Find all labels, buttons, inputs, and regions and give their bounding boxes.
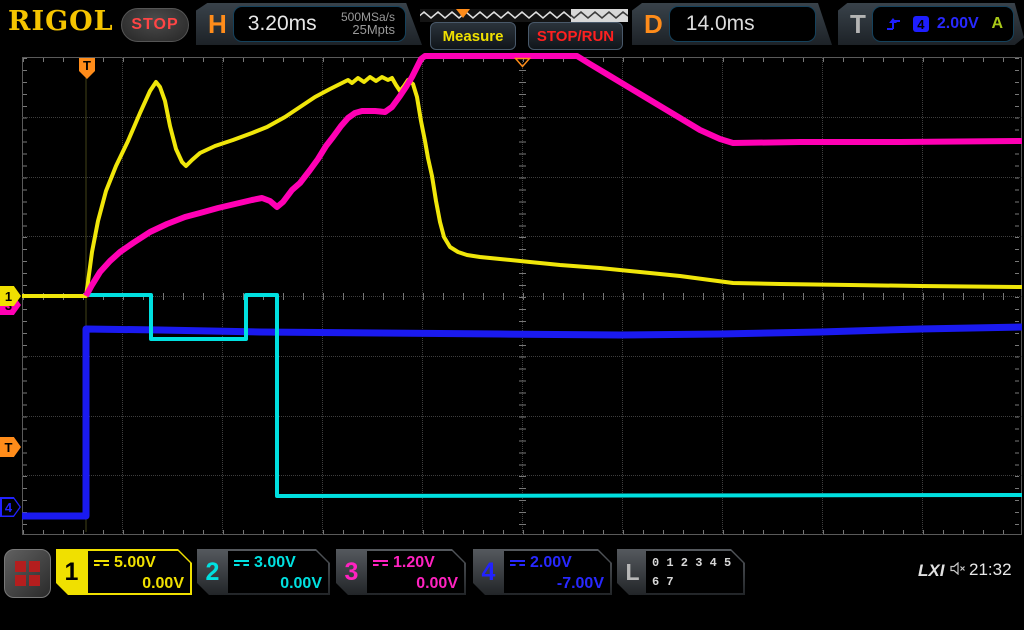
channel-4-values: 2.00V -7.00V — [504, 551, 610, 593]
ch4-offset-marker[interactable]: 4 — [0, 497, 21, 517]
trigger-level-marker[interactable]: T — [0, 437, 21, 457]
dc-coupling-icon — [510, 560, 525, 566]
memory-window-zigzag — [420, 9, 571, 22]
channel-3-values: 1.20V 0.00V — [367, 551, 464, 593]
channel-1-box[interactable]: 1 5.00V 0.00V — [56, 549, 192, 595]
channel-2-number: 2 — [197, 549, 228, 595]
channel-2-offset: 0.00V — [234, 573, 322, 594]
timebase-value: 3.20ms — [248, 12, 317, 36]
channel-3-offset: 0.00V — [373, 573, 458, 594]
waveform-ch2 — [86, 295, 1022, 496]
delay-value: 14.0ms — [686, 12, 755, 36]
menu-grid-icon — [14, 560, 42, 588]
dc-coupling-icon — [234, 560, 249, 566]
memory-depth: 25Mpts — [341, 23, 395, 37]
waveform-canvas — [22, 50, 1022, 535]
trigger-source-badge: 4 — [913, 16, 929, 32]
memory-position-bar[interactable] — [420, 9, 628, 22]
channel-1-scale: 5.00V — [114, 552, 156, 573]
stop-run-button[interactable]: STOP/RUN — [528, 22, 623, 50]
digital-channel-list: 0 1 2 3 4 5 6 7 8 9 10 11 12 13 14 15 — [646, 551, 743, 593]
logic-analyzer-box[interactable]: L 0 1 2 3 4 5 6 7 8 9 10 11 12 13 14 15 — [617, 549, 745, 595]
trigger-panel[interactable]: T 4 2.00V A — [838, 3, 1024, 45]
dc-coupling-icon — [94, 560, 109, 566]
trigger-inset: 4 2.00V A — [872, 6, 1014, 42]
channel-1-number: 1 — [56, 549, 87, 595]
digital-channels-row2: 8 9 10 11 12 13 14 15 — [652, 592, 737, 630]
channel-3-scale: 1.20V — [393, 552, 435, 573]
lxi-logo: LXI — [918, 561, 944, 581]
channel-4-number: 4 — [473, 549, 504, 595]
memory-window — [420, 9, 571, 22]
memory-position-pointer-icon[interactable] — [456, 9, 470, 18]
dc-coupling-icon — [373, 560, 388, 566]
delay-inset: 14.0ms — [669, 6, 816, 42]
horizontal-reference-icon — [514, 57, 531, 68]
top-bar: RIGOL STOP H 3.20ms 500MSa/s 25Mpts Meas… — [0, 0, 1024, 47]
channel-4-scale: 2.00V — [530, 552, 572, 573]
channel-3-box[interactable]: 3 1.20V 0.00V — [336, 549, 466, 595]
horizontal-panel[interactable]: H 3.20ms 500MSa/s 25Mpts — [196, 3, 422, 45]
clock: 21:32 — [969, 560, 1012, 580]
delay-panel[interactable]: D 14.0ms — [632, 3, 832, 45]
channel-2-values: 3.00V 0.00V — [228, 551, 328, 593]
run-state-badge: STOP — [121, 8, 189, 42]
channel-2-scale: 3.00V — [254, 552, 296, 573]
acquisition-info: 500MSa/s 25Mpts — [341, 11, 395, 37]
rigol-logo: RIGOL — [8, 6, 114, 37]
channel-1-values: 5.00V 0.00V — [88, 551, 190, 593]
trigger-edge-icon — [885, 15, 903, 33]
waveform-ch3 — [86, 56, 1022, 296]
trigger-label: T — [850, 9, 866, 40]
waveform-ch1 — [22, 77, 1022, 296]
horizontal-inset: 3.20ms 500MSa/s 25Mpts — [233, 6, 406, 42]
delay-label: D — [644, 9, 663, 40]
channel-4-offset: -7.00V — [510, 573, 604, 594]
trigger-level-value: 2.00V — [937, 15, 979, 33]
channel-4-box[interactable]: 4 2.00V -7.00V — [473, 549, 612, 595]
channel-3-number: 3 — [336, 549, 367, 595]
measure-button[interactable]: Measure — [430, 22, 516, 50]
channel-2-box[interactable]: 2 3.00V 0.00V — [197, 549, 330, 595]
logic-analyzer-label: L — [617, 549, 648, 595]
horizontal-label: H — [208, 9, 227, 40]
trigger-mode: A — [991, 15, 1003, 33]
channel-1-offset: 0.00V — [94, 573, 184, 594]
ch4-offset-marker-label: 4 — [2, 499, 20, 516]
bottom-bar: 1 5.00V 0.00V 2 3.00V 0.00V 3 1.20V 0.00… — [0, 547, 1024, 600]
waveform-ch4 — [22, 327, 1022, 516]
menu-button[interactable] — [4, 549, 51, 598]
speaker-muted-icon[interactable] — [950, 562, 967, 575]
digital-channels-row1: 0 1 2 3 4 5 6 7 — [652, 554, 737, 592]
